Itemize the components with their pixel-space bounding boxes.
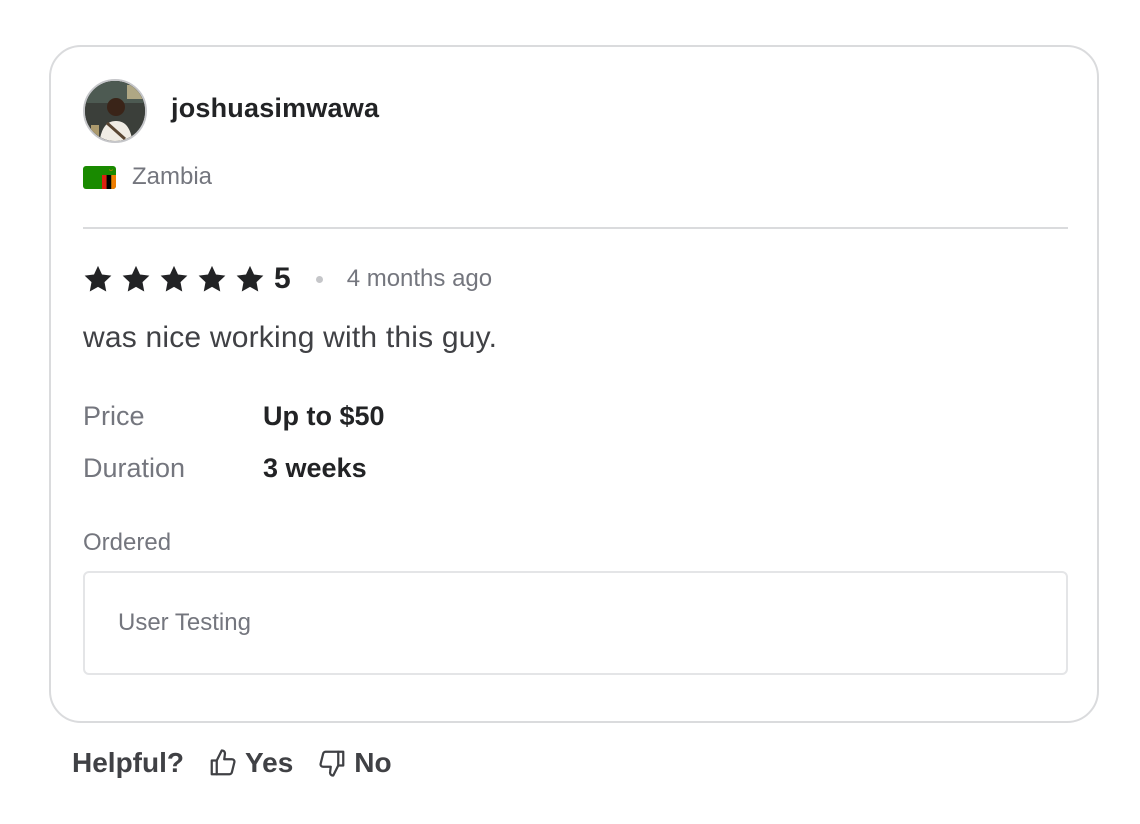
divider (83, 227, 1068, 229)
reviewer-country: Zambia (83, 163, 212, 191)
reviewer-username[interactable]: joshuasimwawa (171, 93, 379, 124)
thumbs-down-icon (319, 750, 345, 777)
ordered-label: Ordered (83, 529, 172, 556)
no-label: No (354, 747, 392, 778)
review-card: joshuasimwawa Zambia 5 4 months ago was … (49, 45, 1099, 723)
star-icon (122, 265, 150, 292)
helpful-yes-button[interactable]: Yes (208, 747, 293, 779)
helpful-no-button[interactable]: No (317, 747, 392, 779)
separator-dot (315, 275, 323, 283)
review-time: 4 months ago (346, 265, 493, 292)
detail-label: Price (83, 401, 145, 431)
yes-label: Yes (245, 747, 294, 778)
detail-value: 3 weeks (263, 453, 367, 483)
detail-row-price: Price Up to $50 (83, 401, 385, 432)
detail-value: Up to $50 (263, 401, 385, 431)
detail-label: Duration (83, 453, 186, 483)
star-icon (160, 265, 188, 292)
star-rating (83, 264, 273, 294)
country-name: Zambia (132, 163, 213, 190)
avatar[interactable] (83, 79, 147, 143)
star-icon (236, 265, 264, 292)
zambia-flag-icon (83, 165, 116, 189)
rating-value: 5 (274, 262, 291, 295)
rating-row: 5 4 months ago (83, 261, 492, 297)
helpful-feedback: Helpful? Yes No (72, 745, 392, 781)
ordered-item-title: User Testing (118, 609, 251, 636)
star-icon (84, 265, 112, 292)
review-text: was nice working with this guy. (83, 321, 498, 354)
detail-row-duration: Duration 3 weeks (83, 453, 367, 484)
helpful-question: Helpful? (72, 747, 184, 778)
star-icon (198, 265, 226, 292)
thumbs-up-icon (210, 749, 236, 776)
ordered-item-box[interactable]: User Testing (83, 571, 1068, 675)
